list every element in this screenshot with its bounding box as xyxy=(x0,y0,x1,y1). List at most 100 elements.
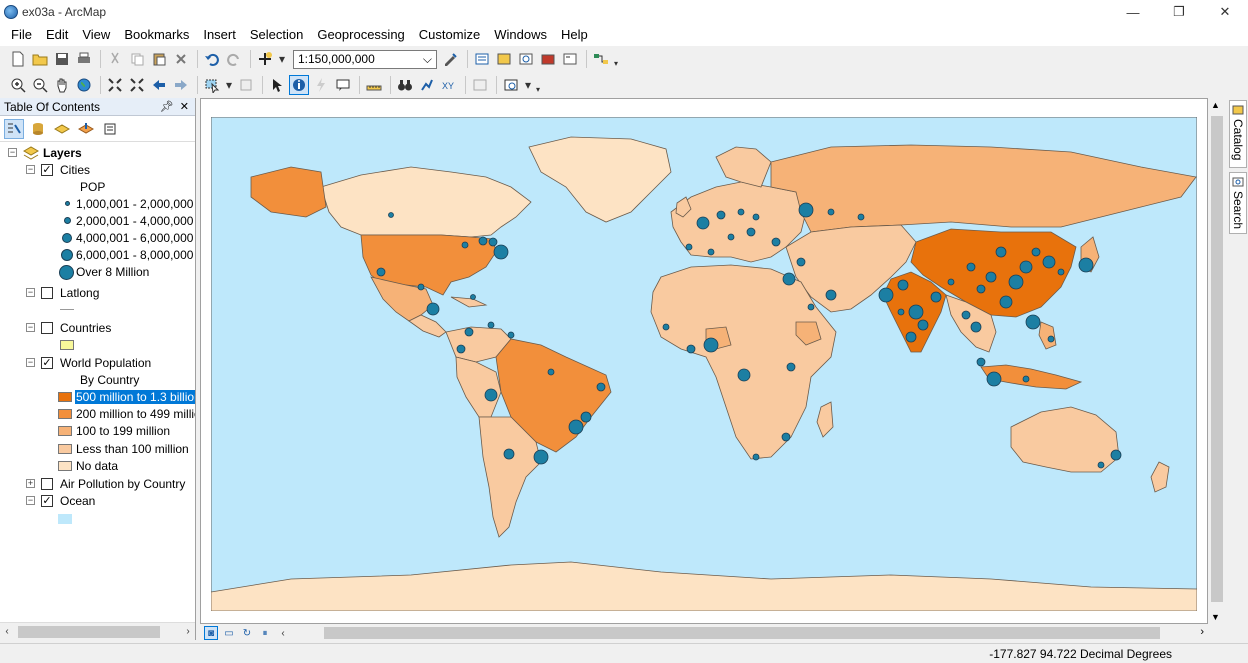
city-marker[interactable] xyxy=(737,208,745,216)
collapse-icon[interactable]: − xyxy=(26,358,35,367)
city-marker[interactable] xyxy=(478,236,488,246)
scroll-thumb[interactable] xyxy=(1211,116,1223,602)
add-data-dropdown-icon[interactable]: ▾ xyxy=(277,49,287,69)
create-viewer-window-icon[interactable] xyxy=(501,75,521,95)
layer-world-population[interactable]: − ✓ World Population xyxy=(26,354,151,371)
city-marker[interactable] xyxy=(827,208,835,216)
world-map[interactable] xyxy=(211,117,1197,611)
cities-class-5[interactable]: Over 8 Million xyxy=(58,263,149,281)
city-marker[interactable] xyxy=(388,212,394,218)
catalog-window-icon[interactable] xyxy=(494,49,514,69)
population-class-3[interactable]: 100 to 199 million xyxy=(58,422,170,439)
city-marker[interactable] xyxy=(470,294,476,300)
city-marker[interactable] xyxy=(703,337,719,353)
table-of-contents-window-icon[interactable] xyxy=(472,49,492,69)
city-marker[interactable] xyxy=(961,310,971,320)
city-marker[interactable] xyxy=(947,278,955,286)
map-horizontal-scrollbar[interactable]: › xyxy=(290,624,1208,642)
chevron-down-icon[interactable]: ⌵ xyxy=(423,52,432,67)
toolbar-options-icon[interactable]: ▾ xyxy=(535,76,541,94)
city-marker[interactable] xyxy=(1097,461,1105,469)
city-marker[interactable] xyxy=(905,331,917,343)
paste-icon[interactable] xyxy=(149,49,169,69)
city-marker[interactable] xyxy=(985,271,997,283)
city-marker[interactable] xyxy=(737,368,751,382)
countries-symbol[interactable] xyxy=(60,336,74,353)
minimize-button[interactable]: — xyxy=(1110,0,1156,24)
new-document-icon[interactable] xyxy=(8,49,28,69)
zoom-in-icon[interactable] xyxy=(8,75,28,95)
menu-customize[interactable]: Customize xyxy=(412,24,487,46)
ocean-visibility-checkbox[interactable]: ✓ xyxy=(41,494,53,507)
scroll-up-icon[interactable]: ▲ xyxy=(1211,100,1220,110)
list-by-source-icon[interactable] xyxy=(28,119,48,139)
city-marker[interactable] xyxy=(503,448,515,460)
city-marker[interactable] xyxy=(596,382,606,392)
city-marker[interactable] xyxy=(746,227,756,237)
layer-countries[interactable]: − Countries xyxy=(26,319,111,336)
pan-hand-icon[interactable] xyxy=(52,75,72,95)
list-by-visibility-icon[interactable] xyxy=(52,119,72,139)
city-marker[interactable] xyxy=(484,388,498,402)
ocean-symbol[interactable] xyxy=(58,510,72,527)
city-marker[interactable] xyxy=(781,432,791,442)
map-vertical-scrollbar[interactable]: ▲ ▼ xyxy=(1208,98,1226,624)
city-marker[interactable] xyxy=(1022,375,1030,383)
toc-horizontal-scrollbar[interactable]: ‹ › xyxy=(0,622,195,640)
close-button[interactable]: ✕ xyxy=(1202,0,1248,24)
fixed-zoom-out-icon[interactable] xyxy=(127,75,147,95)
menu-geoprocessing[interactable]: Geoprocessing xyxy=(310,24,411,46)
open-folder-icon[interactable] xyxy=(30,49,50,69)
data-view-icon[interactable]: ◙ xyxy=(204,626,218,640)
scroll-down-icon[interactable]: ▼ xyxy=(1211,612,1220,622)
layer-cities[interactable]: − ✓ Cities xyxy=(26,161,90,178)
city-marker[interactable] xyxy=(662,323,670,331)
layer-ocean[interactable]: − ✓ Ocean xyxy=(26,492,95,509)
full-extent-globe-icon[interactable] xyxy=(74,75,94,95)
population-class-1[interactable]: 500 million to 1.3 billion xyxy=(58,388,195,405)
modelbuilder-icon[interactable] xyxy=(591,49,611,69)
search-window-icon[interactable] xyxy=(516,49,536,69)
city-marker[interactable] xyxy=(995,246,1007,258)
city-marker[interactable] xyxy=(1008,274,1024,290)
city-marker[interactable] xyxy=(807,303,815,311)
city-marker[interactable] xyxy=(771,237,781,247)
print-icon[interactable] xyxy=(74,49,94,69)
menu-windows[interactable]: Windows xyxy=(487,24,554,46)
cities-class-4[interactable]: 6,000,001 - 8,000,000 xyxy=(60,246,193,263)
city-marker[interactable] xyxy=(1019,260,1033,274)
city-marker[interactable] xyxy=(930,291,942,303)
city-marker[interactable] xyxy=(456,344,466,354)
city-marker[interactable] xyxy=(1047,335,1055,343)
save-icon[interactable] xyxy=(52,49,72,69)
city-marker[interactable] xyxy=(487,321,495,329)
find-route-icon[interactable] xyxy=(417,75,437,95)
city-marker[interactable] xyxy=(716,210,726,220)
collapse-icon[interactable]: − xyxy=(26,496,35,505)
viewer-dropdown-icon[interactable]: ▾ xyxy=(523,75,533,95)
cut-icon[interactable] xyxy=(105,49,125,69)
city-marker[interactable] xyxy=(568,419,584,435)
select-elements-arrow-icon[interactable] xyxy=(267,75,287,95)
city-marker[interactable] xyxy=(696,216,710,230)
find-binoculars-icon[interactable] xyxy=(395,75,415,95)
city-marker[interactable] xyxy=(825,289,837,301)
city-marker[interactable] xyxy=(976,284,986,294)
collapse-icon[interactable]: − xyxy=(8,148,17,157)
city-marker[interactable] xyxy=(986,371,1002,387)
population-class-5[interactable]: No data xyxy=(58,457,118,474)
redo-icon[interactable] xyxy=(224,49,244,69)
delete-icon[interactable] xyxy=(171,49,191,69)
menu-selection[interactable]: Selection xyxy=(243,24,310,46)
python-window-icon[interactable] xyxy=(560,49,580,69)
undo-icon[interactable] xyxy=(202,49,222,69)
city-marker[interactable] xyxy=(707,248,715,256)
forward-arrow-icon[interactable] xyxy=(171,75,191,95)
pause-drawing-icon[interactable]: ⏸︎ xyxy=(258,626,272,640)
menu-help[interactable]: Help xyxy=(554,24,595,46)
city-marker[interactable] xyxy=(897,279,909,291)
close-icon[interactable]: ✕ xyxy=(180,100,189,113)
scroll-left-icon[interactable]: ‹ xyxy=(276,626,290,640)
add-data-icon[interactable] xyxy=(255,49,275,69)
scroll-right-icon[interactable]: › xyxy=(1200,626,1204,638)
